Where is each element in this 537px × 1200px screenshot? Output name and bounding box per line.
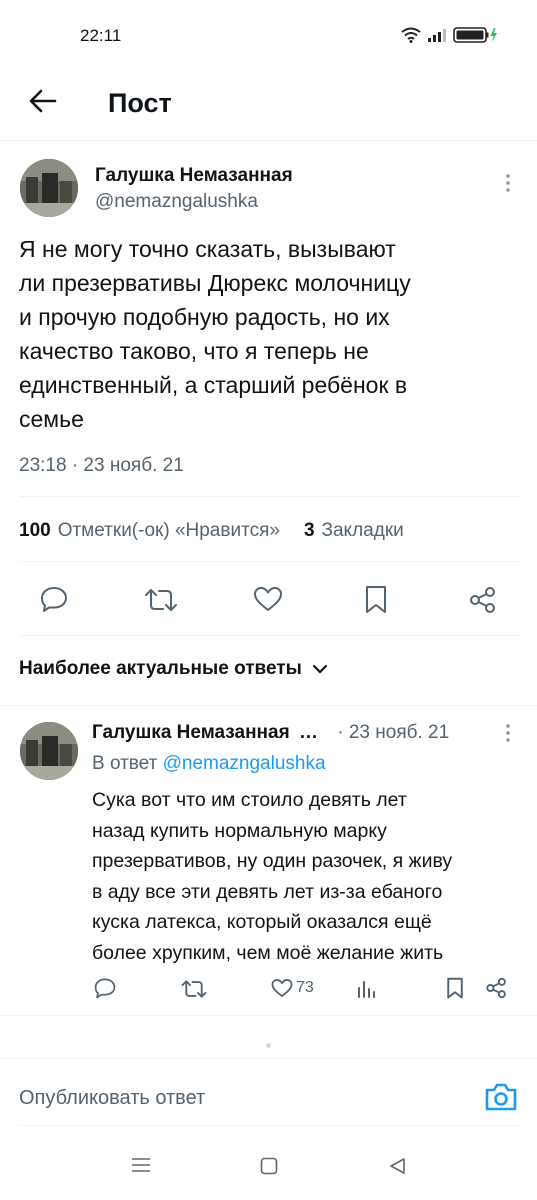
top-app-bar: Пост <box>0 70 537 141</box>
tweet-text-line: качество таково, что я теперь не <box>19 338 369 364</box>
avatar[interactable] <box>20 159 78 217</box>
back-arrow-icon[interactable] <box>28 86 58 116</box>
tweet-stats: 100 Отметки(-ок) «Нравится» 3 Закладки <box>19 520 404 542</box>
reply-compose-input[interactable]: Опубликовать ответ <box>19 1087 205 1110</box>
reply-to-prefix: В ответ <box>92 753 158 774</box>
reply-text-line: в аду все эти девять лет из-за ебаного <box>92 880 443 903</box>
tweet-text-line: семье <box>19 406 84 432</box>
reply-author-ellipsis: … <box>298 722 318 743</box>
divider <box>19 635 519 636</box>
reply-to-handle[interactable]: @nemazngalushka <box>163 753 326 774</box>
divider <box>0 1058 537 1059</box>
reply-author-name[interactable]: Галушка Немазанная <box>92 722 290 743</box>
chevron-down-icon <box>312 664 327 674</box>
views-icon[interactable] <box>356 979 376 999</box>
system-nav-bar <box>0 1130 537 1200</box>
tweet-timestamp[interactable]: 23:18 · 23 нояб. 21 <box>19 455 184 477</box>
reply-text-line: Сука вот что им стоило девять лет <box>92 789 407 811</box>
divider <box>19 1125 519 1126</box>
tweet-text-line: единственный, а старший ребёнок в <box>19 372 408 398</box>
reply-text-line: назад купить нормальную марку <box>92 819 387 842</box>
reply-like-count: 73 <box>296 979 314 996</box>
reply-like-button[interactable]: 73 <box>271 978 314 998</box>
like-icon[interactable] <box>253 586 283 612</box>
likes-label[interactable]: Отметки(-ок) «Нравится» <box>58 520 280 542</box>
reply-reply-icon[interactable] <box>93 977 117 999</box>
replies-sort-dropdown[interactable]: Наиболее актуальные ответы <box>19 658 328 680</box>
tweet-text-line: ли презервативы Дюрекс молочницу <box>19 270 411 296</box>
reply-more-icon[interactable] <box>503 722 513 746</box>
reply-share-icon[interactable] <box>485 977 508 999</box>
back-nav-icon[interactable] <box>388 1157 406 1175</box>
author-name[interactable]: Галушка Немазанная <box>95 165 293 187</box>
reply-icon[interactable] <box>39 585 69 613</box>
tweet-text: Я не могу точно сказать, вызывают ли пре… <box>19 232 519 436</box>
divider <box>19 561 519 562</box>
divider <box>19 496 519 497</box>
reply-text: Сука вот что им стоило девять лет назад … <box>92 785 532 968</box>
bookmarks-label[interactable]: Закладки <box>322 520 404 542</box>
battery-icon <box>453 27 497 43</box>
divider <box>0 705 537 706</box>
reply-text-line: более хрупким, чем моё желание жить <box>92 941 444 964</box>
page-title: Пост <box>108 88 172 118</box>
reply-retweet-icon[interactable] <box>180 979 208 999</box>
share-icon[interactable] <box>468 586 498 614</box>
menu-nav-icon[interactable] <box>131 1157 151 1173</box>
divider <box>0 1015 537 1016</box>
reply-to: В ответ @nemazngalushka <box>92 753 326 775</box>
likes-count[interactable]: 100 <box>19 520 51 542</box>
home-nav-icon[interactable] <box>260 1157 278 1175</box>
reply-avatar[interactable] <box>20 722 78 780</box>
reply-header: Галушка Немазанная … · 23 нояб. 21 <box>92 722 492 744</box>
status-bar: 22:11 <box>0 0 537 70</box>
camera-icon[interactable] <box>484 1082 518 1112</box>
tweet-text-line: и прочую подобную радость, но их <box>19 304 390 330</box>
reply-bookmark-icon[interactable] <box>446 977 464 1000</box>
retweet-icon[interactable] <box>143 587 179 613</box>
reply-date[interactable]: · 23 нояб. 21 <box>337 722 449 743</box>
wifi-icon <box>401 27 421 43</box>
bookmark-icon[interactable] <box>364 585 388 615</box>
reply-like-icon <box>271 979 293 997</box>
author-handle[interactable]: @nemazngalushka <box>95 191 258 213</box>
signal-icon <box>428 29 446 42</box>
reply-text-line: куска латекса, который оказался ещё <box>92 911 432 933</box>
replies-sort-label: Наиболее актуальные ответы <box>19 658 302 679</box>
scroll-indicator <box>266 1043 271 1048</box>
more-icon[interactable] <box>503 172 513 196</box>
status-time: 22:11 <box>80 26 122 45</box>
bookmarks-count[interactable]: 3 <box>304 520 315 542</box>
tweet-text-line: Я не могу точно сказать, вызывают <box>19 236 396 262</box>
reply-text-line: презервативов, ну один разочек, я живу <box>92 850 453 872</box>
